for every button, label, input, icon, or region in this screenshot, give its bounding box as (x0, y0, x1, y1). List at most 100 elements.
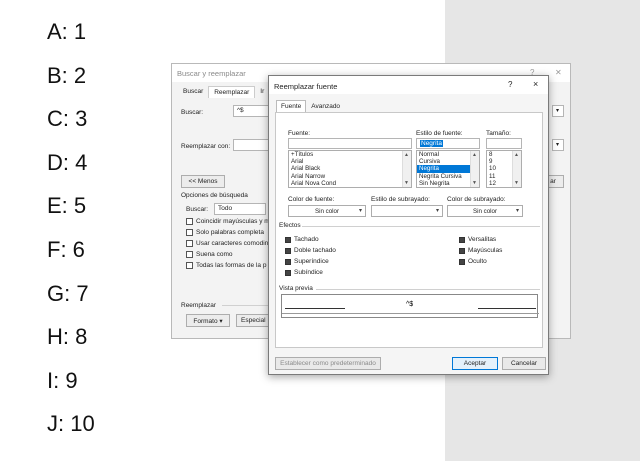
replace-section-divider (222, 305, 272, 306)
replace-font-title: Reemplazar fuente (274, 82, 338, 91)
option-whole-words[interactable]: Solo palabras completa (186, 229, 264, 236)
preview-baseline-right (478, 308, 536, 309)
option-sounds-like-label: Suena como (196, 251, 233, 258)
font-label: Fuente: (288, 130, 311, 137)
chevron-down-icon: ▾ (358, 208, 362, 214)
answer-item: E: 5 (47, 193, 87, 219)
checkbox-icon (186, 251, 193, 258)
effects-divider (302, 226, 540, 227)
scroll-down-icon[interactable]: ▼ (472, 180, 477, 186)
search-direction-label: Buscar: (186, 206, 209, 213)
close-icon[interactable]: × (533, 79, 538, 89)
find-label: Buscar: (181, 109, 204, 116)
checkbox-indeterminate-icon (285, 258, 291, 265)
size-list[interactable]: 8 9 10 11 12 ▲ ▼ (486, 150, 522, 188)
size-label: Tamaño: (486, 130, 511, 137)
option-match-case[interactable]: Coincidir mayúsculas y m (186, 218, 270, 225)
underline-style-label: Estilo de subrayado: (371, 196, 430, 203)
size-input[interactable] (486, 138, 522, 149)
find-input[interactable]: ^$ (233, 105, 273, 117)
find-dropdown[interactable]: ▾ (552, 105, 564, 117)
font-list-item[interactable]: +Títulos (289, 151, 411, 158)
format-button[interactable]: Formato ▾ (186, 314, 230, 327)
font-list[interactable]: +Títulos Arial Arial Black Arial Narrow … (288, 150, 412, 188)
font-list-item[interactable]: Arial Black (289, 165, 411, 172)
tab-buscar[interactable]: Buscar (178, 86, 208, 98)
style-list[interactable]: Normal Cursiva Negrita Negrita Cursiva S… (416, 150, 480, 188)
checkbox-icon (186, 240, 193, 247)
answer-item: I: 9 (47, 367, 78, 393)
cancel-button[interactable]: Cancelar (502, 357, 546, 370)
checkbox-indeterminate-icon (285, 269, 291, 276)
scroll-down-icon[interactable]: ▼ (404, 180, 409, 186)
answer-item: G: 7 (47, 280, 89, 306)
checkbox-icon (186, 262, 193, 269)
underline-color-label: Color de subrayado: (447, 196, 506, 203)
answer-item: B: 2 (47, 62, 87, 88)
effect-all-caps[interactable]: Mayúsculas (459, 247, 502, 254)
scroll-up-icon[interactable]: ▲ (472, 152, 477, 158)
replace-input[interactable] (233, 139, 273, 151)
option-wildcards[interactable]: Usar caracteres comodin (186, 240, 268, 247)
scroll-down-icon[interactable]: ▼ (514, 180, 519, 186)
preview-text: ^$ (406, 301, 414, 308)
scroll-up-icon[interactable]: ▲ (404, 152, 409, 158)
effect-double-strikethrough[interactable]: Doble tachado (285, 247, 336, 254)
close-icon[interactable]: ✕ (555, 68, 562, 77)
style-list-scrollbar[interactable]: ▲ ▼ (470, 151, 479, 187)
effect-hidden[interactable]: Oculto (459, 258, 487, 265)
checkbox-icon (186, 218, 193, 225)
replace-section-label: Reemplazar (181, 302, 217, 309)
option-sounds-like[interactable]: Suena como (186, 251, 233, 258)
option-wildcards-label: Usar caracteres comodin (196, 240, 269, 247)
size-list-scrollbar[interactable]: ▲ ▼ (512, 151, 521, 187)
scroll-up-icon[interactable]: ▲ (514, 152, 519, 158)
option-match-case-label: Coincidir mayúsculas y m (196, 218, 270, 225)
preview-box: ^$ (281, 294, 539, 318)
option-all-forms-label: Todas las formas de la p (196, 262, 267, 269)
answer-list: A: 1 B: 2 C: 3 D: 4 E: 5 F: 6 G: 7 H: 8 … (47, 18, 95, 454)
option-whole-words-label: Solo palabras completa (196, 229, 264, 236)
tab-reemplazar[interactable]: Reemplazar (208, 86, 256, 98)
effect-double-strikethrough-label: Doble tachado (294, 247, 336, 254)
underline-color-select[interactable]: Sin color ▾ (447, 205, 523, 217)
replace-label: Reemplazar con: (181, 143, 231, 150)
effect-strikethrough[interactable]: Tachado (285, 236, 319, 243)
font-list-scrollbar[interactable]: ▲ ▼ (402, 151, 411, 187)
font-color-select[interactable]: Sin color ▾ (288, 205, 366, 217)
chevron-down-icon: ▾ (435, 208, 439, 214)
answer-item: J: 10 (47, 411, 95, 437)
style-input[interactable]: Negrita (416, 138, 480, 149)
effect-small-caps-label: Versalitas (468, 236, 497, 243)
preview-label: Vista previa (279, 285, 313, 292)
effect-superscript[interactable]: Superíndice (285, 258, 329, 265)
search-options-label: Opciones de búsqueda (181, 192, 248, 199)
less-button[interactable]: << Menos (181, 175, 225, 188)
search-direction-select[interactable]: Todo (214, 203, 266, 215)
underline-style-select[interactable]: ▾ (371, 205, 443, 217)
font-color-value: Sin color (314, 208, 340, 215)
option-all-forms[interactable]: Todas las formas de la p (186, 262, 266, 269)
chevron-down-icon: ▾ (556, 108, 560, 114)
preview-divider (316, 289, 540, 290)
effect-superscript-label: Superíndice (294, 258, 329, 265)
style-label: Estilo de fuente: (416, 130, 463, 137)
ok-button[interactable]: Aceptar (452, 357, 498, 370)
find-replace-title: Buscar y reemplazar (177, 69, 246, 78)
answer-item: H: 8 (47, 324, 88, 350)
checkbox-indeterminate-icon (459, 247, 465, 254)
preview-bottom-line (282, 313, 539, 314)
effect-small-caps[interactable]: Versalitas (459, 236, 496, 243)
set-default-button[interactable]: Establecer como predeterminado (275, 357, 381, 370)
font-list-item[interactable]: Arial (289, 158, 411, 165)
font-list-item[interactable]: Arial Narrow (289, 173, 411, 180)
find-replace-tabs: Buscar Reemplazar Ir (178, 86, 269, 98)
help-icon[interactable]: ? (508, 80, 512, 89)
effect-subscript[interactable]: Subíndice (285, 269, 323, 276)
answer-item: A: 1 (47, 19, 87, 44)
font-list-item[interactable]: Arial Nova Cond (289, 180, 411, 187)
replace-dropdown[interactable]: ▾ (552, 139, 564, 151)
answer-item: C: 3 (47, 106, 88, 132)
special-button[interactable]: Especial (236, 314, 270, 327)
font-input[interactable] (288, 138, 412, 149)
